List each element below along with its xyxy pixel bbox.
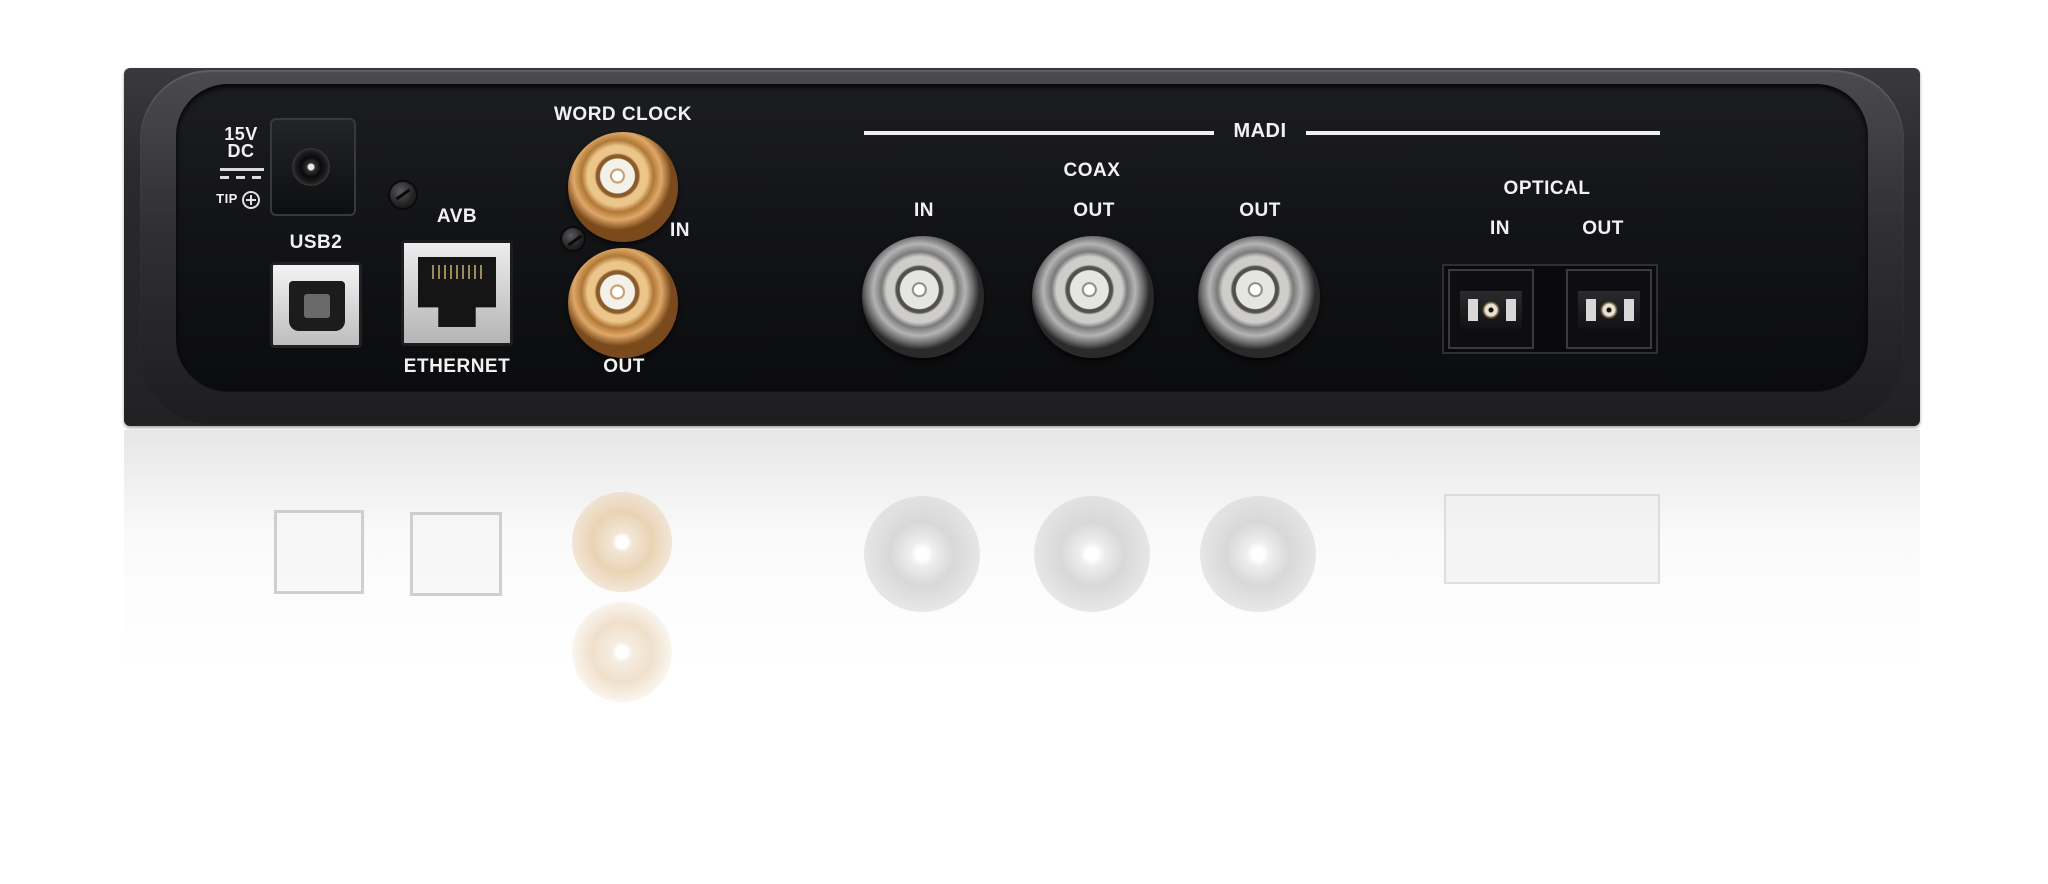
coax-title: COAX <box>1063 160 1121 181</box>
madi-title: MADI <box>1233 120 1287 142</box>
optical-ferrule <box>1482 301 1500 319</box>
optical-tab-left <box>1586 299 1596 321</box>
reflection-usb-port <box>274 510 364 594</box>
ethernet-label: ETHERNET <box>403 356 511 377</box>
coax-in-bnc-connector[interactable] <box>862 236 984 358</box>
optical-out-connector-icon[interactable] <box>1566 269 1652 349</box>
screw-icon <box>562 228 584 250</box>
power-type-label: DC <box>227 141 255 161</box>
optical-tab-right <box>1624 299 1634 321</box>
device-reflection <box>124 430 1920 730</box>
optical-ferrule <box>1600 301 1618 319</box>
coax-port-label-out-2: OUT <box>1239 200 1281 221</box>
dc-jack-pin <box>292 148 330 186</box>
coax-out-1-bnc-connector[interactable] <box>1032 236 1154 358</box>
reflection-word-clock-out <box>572 492 672 592</box>
usb-label: USB2 <box>289 232 343 253</box>
madi-divider-right <box>1306 131 1660 135</box>
usb-port-opening <box>289 281 345 331</box>
word-clock-out-bnc-connector[interactable] <box>568 248 678 358</box>
polarity-plus-icon <box>242 191 260 209</box>
coax-out-2-bnc-connector[interactable] <box>1198 236 1320 358</box>
optical-port-label-out: OUT <box>1582 218 1624 239</box>
optical-tab-left <box>1468 299 1478 321</box>
word-clock-in-label: IN <box>670 220 690 241</box>
dc-power-jack-icon[interactable] <box>270 118 356 216</box>
polarity-label: TIP <box>216 191 238 206</box>
dc-symbol-dashed-line <box>220 176 264 179</box>
reflection-coax-in <box>864 496 980 612</box>
coax-port-label-out-1: OUT <box>1073 200 1115 221</box>
coax-port-label-in: IN <box>914 200 934 221</box>
rj45-pins <box>432 265 482 279</box>
optical-title: OPTICAL <box>1503 178 1591 199</box>
screw-icon <box>390 182 416 208</box>
rj45-ethernet-port-icon[interactable] <box>401 240 513 346</box>
reflection-optical <box>1444 494 1660 584</box>
madi-divider-left <box>864 131 1214 135</box>
word-clock-out-label: OUT <box>603 356 645 377</box>
audio-interface-rear-panel: 15V DC TIP USB2 AVB ETHERNET WORD CLOCK … <box>124 68 1920 426</box>
usb-b-port-icon[interactable] <box>270 262 362 348</box>
reflection-ethernet-port <box>410 512 502 596</box>
dc-symbol-solid-line <box>220 168 264 171</box>
optical-port-label-in: IN <box>1490 218 1510 239</box>
reflection-coax-out-2 <box>1200 496 1316 612</box>
reflection-coax-out-1 <box>1034 496 1150 612</box>
reflection-word-clock-in <box>572 602 672 702</box>
optical-tab-right <box>1506 299 1516 321</box>
optical-in-connector-icon[interactable] <box>1448 269 1534 349</box>
word-clock-title: WORD CLOCK <box>554 104 692 125</box>
avb-label: AVB <box>436 206 478 227</box>
